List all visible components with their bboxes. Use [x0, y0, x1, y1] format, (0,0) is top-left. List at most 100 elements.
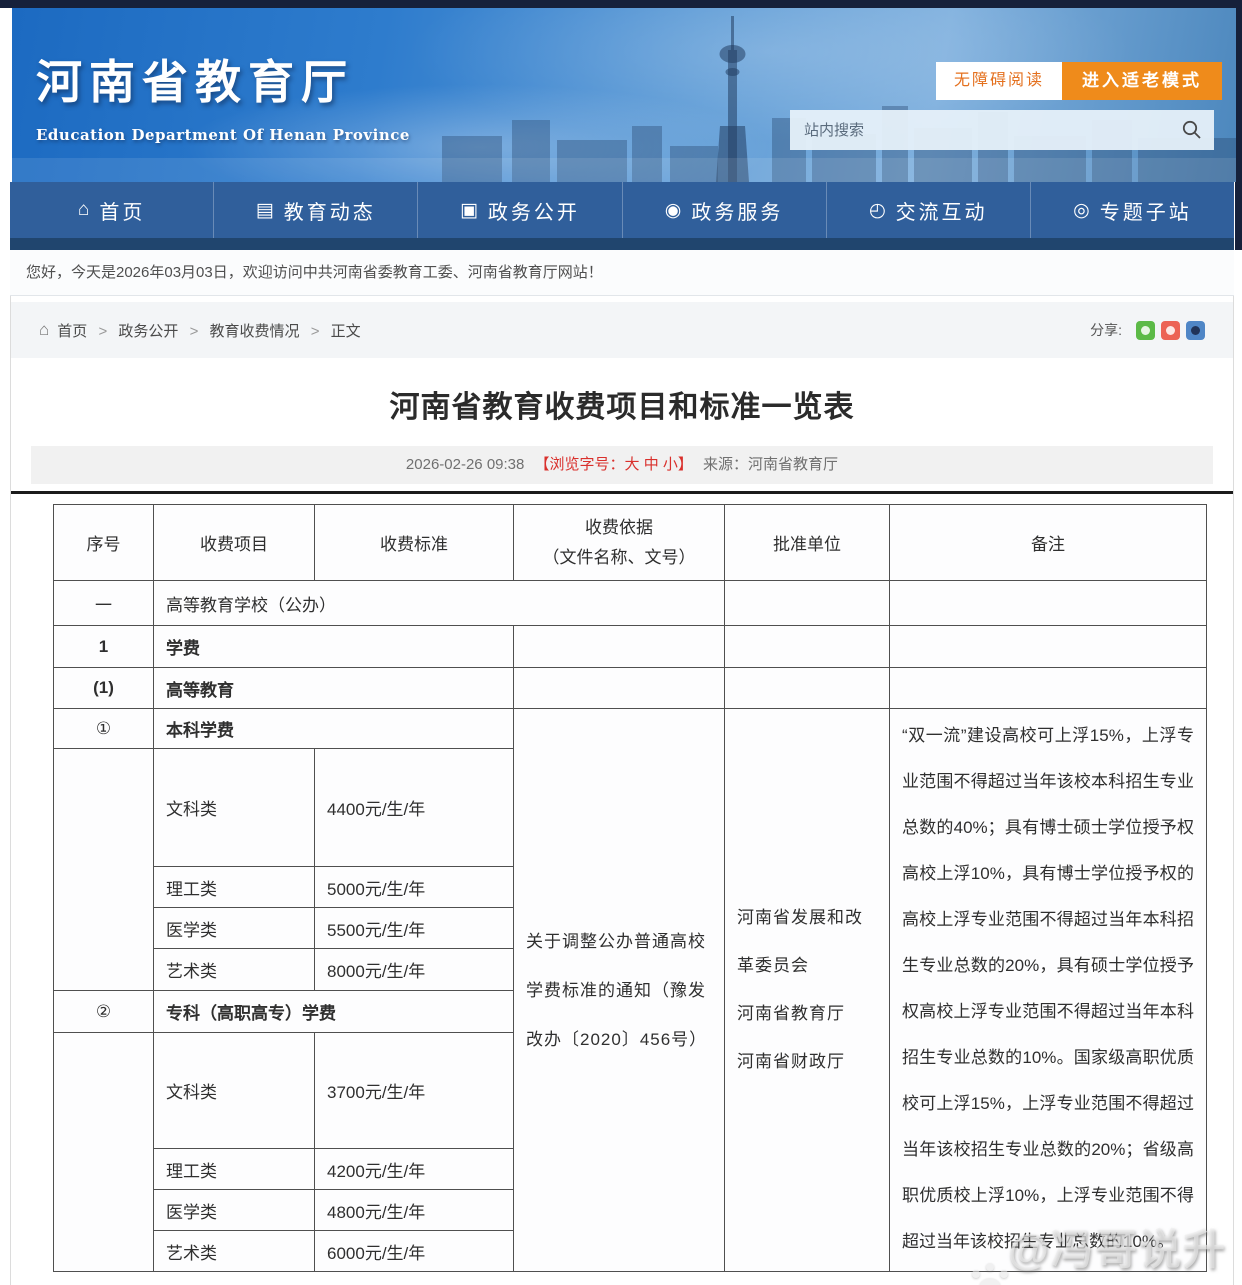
fee-item: 本科学费	[154, 709, 514, 749]
page-title: 河南省教育收费项目和标准一览表	[11, 382, 1233, 426]
window-top-strip	[0, 0, 1242, 8]
col-header-basis-line1: 收费依据	[520, 513, 718, 543]
col-header-remark: 备注	[890, 505, 1207, 581]
welcome-bar: 您好，今天是2026年03月03日，欢迎访问中共河南省委教育工委、河南省教育厅网…	[10, 250, 1234, 296]
fee-category: 文科类	[154, 749, 315, 867]
remark-cell: “双一流”建设高校可上浮15%，上浮专业范围不得超过当年该校本科招生专业总数的4…	[890, 709, 1207, 1272]
site-title: 河南省教育厅	[36, 46, 410, 112]
approver-line: 河南省教育厅	[737, 990, 877, 1038]
breadcrumb-item-article: 正文	[331, 323, 361, 340]
nav-label: 首页	[99, 196, 145, 225]
nav-item-special-subsites[interactable]: ◎ 专题子站	[1031, 182, 1234, 238]
nav-item-education-news[interactable]: ▤ 教育动态	[214, 182, 418, 238]
fee-category: 医学类	[154, 1190, 315, 1231]
home-icon: ⌂	[78, 199, 89, 221]
table-row: ① 本科学费 关于调整公办普通高校学费标准的通知（豫发改办〔2020〕456号）…	[54, 709, 1207, 749]
empty-cell	[725, 581, 890, 626]
content-divider	[11, 491, 1233, 494]
nav-item-gov-disclosure[interactable]: ▣ 政务公开	[418, 182, 622, 238]
elder-mode-button[interactable]: 进入适老模式	[1062, 62, 1222, 100]
approver-cell: 河南省发展和改革委员会 河南省教育厅 河南省财政厅	[725, 709, 890, 1272]
subsite-icon: ◎	[1073, 199, 1090, 222]
fee-price: 4400元/生/年	[315, 749, 514, 867]
col-header-approver: 批准单位	[725, 505, 890, 581]
fee-category: 艺术类	[154, 1231, 315, 1272]
fee-table: 序号 收费项目 收费标准 收费依据 （文件名称、文号） 批准单位 备注 一 高等…	[53, 504, 1207, 1272]
breadcrumb-item-fees[interactable]: 教育收费情况	[210, 323, 300, 340]
nav-item-home[interactable]: ⌂ 首页	[10, 182, 214, 238]
section-name: 高等教育学校（公办）	[154, 581, 725, 626]
main-nav: ⌂ 首页 ▤ 教育动态 ▣ 政务公开 ◉ 政务服务 ◴ 交流互动 ◎ 专题子站	[10, 182, 1234, 238]
breadcrumb-bar: ⌂ 首页 > 政务公开 > 教育收费情况 > 正文 分享:	[11, 302, 1233, 358]
publish-date: 2026-02-26 09:38	[406, 456, 524, 473]
fee-item: 高等教育	[154, 668, 514, 709]
breadcrumb-home-icon[interactable]: ⌂	[39, 320, 49, 340]
approver-line: 河南省发展和改革委员会	[737, 894, 877, 990]
weibo-share-icon[interactable]	[1161, 321, 1180, 340]
interaction-icon: ◴	[869, 199, 886, 222]
wechat-share-icon[interactable]	[1136, 321, 1155, 340]
search-icon[interactable]	[1181, 119, 1202, 140]
fee-price: 5000元/生/年	[315, 867, 514, 908]
empty-cell	[725, 626, 890, 668]
accessibility-reading-button[interactable]: 无障碍阅读	[936, 62, 1062, 100]
row-index: 1	[54, 626, 154, 668]
watermark: @冯哥说升学	[972, 1216, 1242, 1285]
fee-category: 理工类	[154, 1149, 315, 1190]
col-header-basis: 收费依据 （文件名称、文号）	[514, 505, 725, 581]
fee-price: 4200元/生/年	[315, 1149, 514, 1190]
col-header-basis-line2: （文件名称、文号）	[520, 543, 718, 573]
breadcrumb-separator: >	[311, 323, 320, 340]
breadcrumb-item-disclosure[interactable]: 政务公开	[118, 323, 178, 340]
fee-price: 8000元/生/年	[315, 949, 514, 991]
table-row: 1 学费	[54, 626, 1207, 668]
search-input[interactable]	[790, 110, 1214, 150]
nav-label: 政务公开	[488, 196, 580, 225]
source-label: 来源：河南省教育厅	[703, 456, 838, 473]
disclosure-icon: ▣	[460, 199, 478, 222]
news-icon: ▤	[256, 199, 274, 222]
empty-cell	[514, 668, 725, 709]
nav-shadow-strip	[10, 238, 1234, 250]
breadcrumb-separator: >	[98, 323, 107, 340]
empty-cell	[54, 749, 154, 991]
article-meta-bar: 2026-02-26 09:38 【浏览字号：大 中 小】 来源：河南省教育厅	[31, 446, 1213, 484]
fee-price: 3700元/生/年	[315, 1033, 514, 1149]
site-search	[790, 110, 1214, 150]
col-header-item: 收费项目	[154, 505, 315, 581]
font-size-switcher[interactable]: 【浏览字号：大 中 小】	[535, 456, 693, 473]
nav-item-interaction[interactable]: ◴ 交流互动	[827, 182, 1031, 238]
fee-category: 医学类	[154, 908, 315, 949]
nav-label: 教育动态	[284, 196, 376, 225]
empty-cell	[54, 1033, 154, 1272]
qq-share-icon[interactable]	[1186, 321, 1205, 340]
nav-item-gov-services[interactable]: ◉ 政务服务	[623, 182, 827, 238]
fee-category: 文科类	[154, 1033, 315, 1149]
window-right-strip	[1235, 0, 1242, 250]
fee-item: 专科（高职高专）学费	[154, 991, 514, 1033]
empty-cell	[890, 668, 1207, 709]
site-subtitle: Education Department Of Henan Province	[36, 126, 410, 144]
fee-price: 6000元/生/年	[315, 1231, 514, 1272]
empty-cell	[890, 581, 1207, 626]
site-identity: 河南省教育厅 Education Department Of Henan Pro…	[36, 46, 410, 144]
paw-icon	[972, 1261, 1004, 1285]
approver-line: 河南省财政厅	[737, 1038, 877, 1086]
share-bar: 分享:	[1090, 320, 1205, 340]
breadcrumb-separator: >	[190, 323, 199, 340]
header-buttons: 无障碍阅读 进入适老模式	[936, 62, 1222, 100]
row-index: ①	[54, 709, 154, 749]
row-index: ②	[54, 991, 154, 1033]
col-header-index: 序号	[54, 505, 154, 581]
share-label: 分享:	[1090, 320, 1122, 340]
empty-cell	[725, 668, 890, 709]
nav-label: 政务服务	[691, 196, 783, 225]
nav-label: 专题子站	[1100, 196, 1192, 225]
table-row: 一 高等教育学校（公办）	[54, 581, 1207, 626]
fee-item: 学费	[154, 626, 514, 668]
col-header-standard: 收费标准	[315, 505, 514, 581]
service-icon: ◉	[665, 199, 682, 222]
breadcrumb-item-home[interactable]: 首页	[57, 323, 87, 340]
row-index: 一	[54, 581, 154, 626]
empty-cell	[514, 626, 725, 668]
